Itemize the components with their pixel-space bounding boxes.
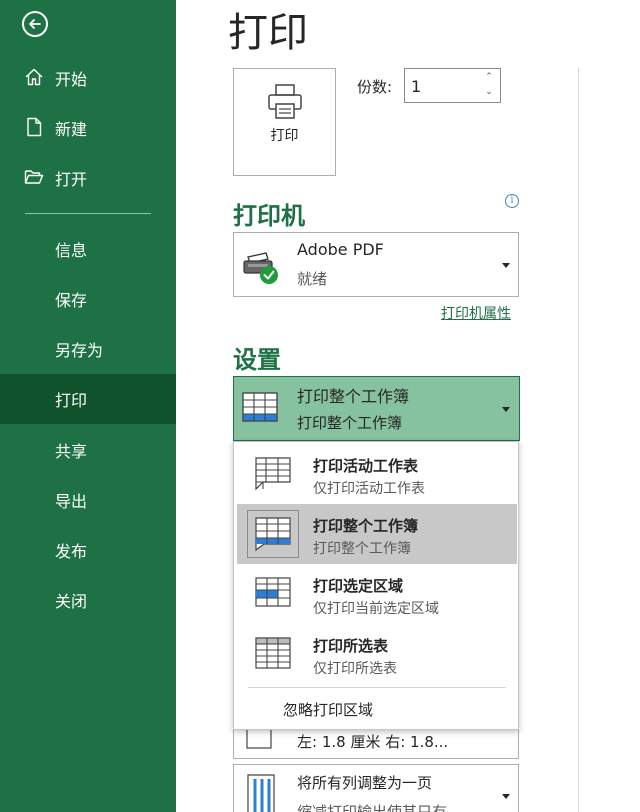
print-scope-select[interactable]: 打印整个工作簿 打印整个工作簿 — [233, 376, 520, 441]
copies-input[interactable] — [411, 75, 481, 97]
nav-item-label: 信息 — [55, 241, 88, 260]
nav-item-open[interactable]: 打开 — [0, 153, 176, 201]
scaling-main: 将所有列调整为一页 — [297, 774, 433, 792]
selection-area-icon — [255, 577, 291, 607]
spin-up-icon[interactable]: ⌃ — [484, 72, 494, 82]
dropdown-option-selected-tables[interactable]: 打印所选表 仅打印所选表 — [237, 624, 517, 684]
nav-item-label: 关闭 — [55, 592, 88, 611]
selected-table-icon — [255, 637, 291, 669]
dropdown-option-entire-workbook[interactable]: 打印整个工作簿 打印整个工作簿 — [237, 504, 517, 564]
print-button[interactable]: 打印 — [233, 68, 336, 176]
nav-item-new[interactable]: 新建 — [0, 103, 176, 151]
printer-heading: 打印机 — [233, 202, 305, 230]
nav-item-label: 导出 — [55, 492, 88, 511]
nav-item-print[interactable]: 打印 — [0, 374, 176, 424]
workbook-grid-icon — [242, 392, 278, 422]
copies-label: 份数: — [357, 78, 393, 96]
scaling-sub: 缩减打印输出使其只有 — [297, 803, 448, 812]
active-sheet-icon — [255, 457, 291, 491]
nav-item-label: 共享 — [55, 442, 88, 461]
dropdown-option-selection[interactable]: 打印选定区域 仅打印当前选定区域 — [237, 564, 517, 624]
backstage-sidebar: 开始 新建 打开 信息 保存 另存为 打印 共享 导出 发布 关闭 — [0, 0, 176, 812]
nav-item-label: 新建 — [55, 120, 88, 139]
dropdown-option-sub: 仅打印活动工作表 — [313, 481, 425, 497]
printer-status: 就绪 — [297, 270, 328, 288]
nav-item-close[interactable]: 关闭 — [0, 575, 176, 623]
open-folder-icon — [24, 170, 44, 184]
info-icon[interactable]: i — [505, 194, 519, 208]
dropdown-option-sub: 仅打印当前选定区域 — [313, 601, 439, 617]
home-icon — [25, 68, 43, 86]
printer-select[interactable]: Adobe PDF 就绪 — [233, 232, 519, 297]
dropdown-option-main: 打印所选表 — [313, 637, 389, 655]
nav-divider — [25, 213, 151, 214]
nav-item-info[interactable]: 信息 — [0, 224, 176, 272]
spin-down-icon[interactable]: ⌄ — [484, 87, 494, 97]
dropdown-divider — [248, 687, 506, 688]
nav-item-label: 开始 — [55, 70, 88, 89]
nav-item-home[interactable]: 开始 — [0, 53, 176, 101]
settings-heading: 设置 — [233, 346, 281, 374]
workbook-grid-icon — [255, 517, 291, 552]
scope-select-sub: 打印整个工作簿 — [297, 414, 403, 432]
back-button[interactable] — [22, 11, 48, 37]
new-document-icon — [27, 117, 42, 137]
margins-text: 左: 1.8 厘米 右: 1.8... — [297, 733, 449, 751]
scope-select-main: 打印整个工作簿 — [297, 387, 410, 406]
chevron-down-icon — [502, 263, 510, 268]
scaling-select[interactable]: 将所有列调整为一页 缩减打印输出使其只有 — [233, 764, 519, 812]
nav-item-share[interactable]: 共享 — [0, 425, 176, 473]
preview-divider — [578, 68, 579, 812]
copies-stepper[interactable]: ⌃ ⌄ — [404, 68, 501, 103]
nav-item-label: 保存 — [55, 291, 88, 310]
nav-item-label: 另存为 — [55, 341, 104, 360]
dropdown-option-sub: 打印整个工作簿 — [313, 541, 411, 557]
dropdown-option-sub: 仅打印所选表 — [313, 661, 397, 677]
dropdown-option-main: 打印选定区域 — [313, 577, 404, 595]
nav-item-save-as[interactable]: 另存为 — [0, 324, 176, 372]
back-arrow-icon — [29, 19, 41, 29]
nav-item-publish[interactable]: 发布 — [0, 525, 176, 573]
dropdown-option-main: 打印活动工作表 — [313, 457, 419, 475]
printer-icon — [268, 84, 302, 119]
printer-name: Adobe PDF — [297, 240, 384, 259]
fit-columns-icon — [247, 774, 275, 812]
chevron-down-icon — [502, 407, 510, 412]
print-button-label: 打印 — [270, 128, 299, 144]
nav-item-export[interactable]: 导出 — [0, 475, 176, 523]
print-scope-dropdown: 打印活动工作表 仅打印活动工作表 打印整个工作簿 打印整个工作簿 打印选定区域 … — [233, 441, 519, 730]
ignore-print-area-option[interactable]: 忽略打印区域 — [283, 699, 373, 720]
nav-item-label: 发布 — [55, 542, 88, 561]
printer-properties-link[interactable]: 打印机属性 — [441, 303, 511, 323]
printer-ready-icon — [243, 252, 278, 284]
dropdown-option-main: 打印整个工作簿 — [313, 517, 419, 535]
nav-item-save[interactable]: 保存 — [0, 274, 176, 322]
nav-item-label: 打印 — [55, 391, 88, 410]
chevron-down-icon — [502, 794, 510, 799]
nav-item-label: 打开 — [55, 170, 88, 189]
dropdown-option-active-sheet[interactable]: 打印活动工作表 仅打印活动工作表 — [237, 444, 517, 504]
page-title: 打印 — [228, 10, 308, 56]
